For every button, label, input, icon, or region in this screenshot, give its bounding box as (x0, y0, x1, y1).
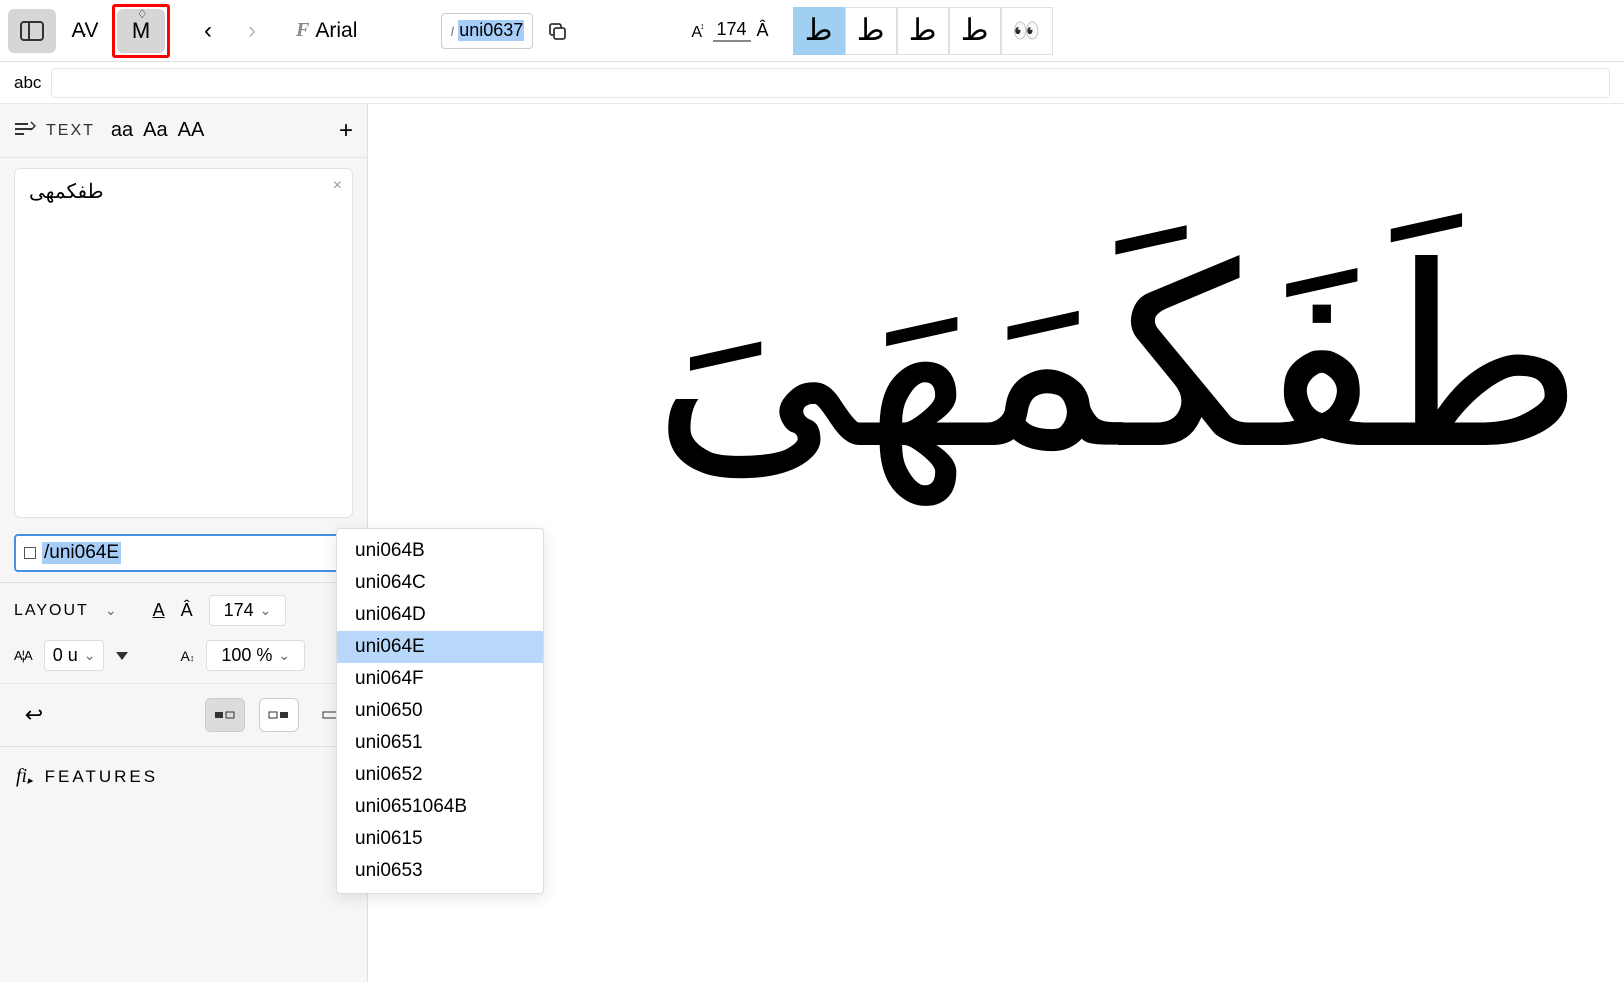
dropdown-item[interactable]: uni0650 (337, 695, 543, 727)
glyph-name-text: uni0637 (458, 20, 524, 41)
text-label: TEXT (46, 122, 95, 140)
main-toolbar: A.V M♢ ‹ › F Arial I uni0637 A↕ 174 Â ط … (0, 0, 1624, 62)
dropdown-item[interactable]: uni0651 (337, 727, 543, 759)
font-icon: F (296, 19, 309, 42)
abc-label: abc (14, 73, 41, 93)
glyph-input-value: /uni064E (42, 542, 121, 564)
text-sample-card[interactable]: طفكمهى × (14, 168, 353, 518)
direction-button-1[interactable] (205, 698, 245, 732)
main-area: TEXT aa Aa AA + طفكمهى × /uni064E LAYOUT… (0, 104, 1624, 982)
glyph-name-input[interactable]: I uni0637 (441, 13, 533, 49)
size-display: A↕ 174 Â (691, 19, 768, 42)
glyph-variant-1[interactable]: ط (793, 7, 845, 55)
glyph-autocomplete-dropdown: uni064B uni064C uni064D uni064E uni064F … (336, 528, 544, 894)
triangle-down-icon[interactable] (116, 652, 128, 660)
dir-icon-2 (268, 708, 290, 722)
slash-icon: I (450, 23, 454, 39)
direction-button-2[interactable] (259, 698, 299, 732)
preview-text: طَفَكَمَهَىَ (428, 184, 1584, 534)
font-name-label[interactable]: Arial (315, 19, 357, 43)
size-letter-icon: A↕ (691, 24, 706, 42)
layout-size-input[interactable]: 174 ⌄ (209, 595, 287, 626)
direction-buttons-row: ↩ (0, 683, 367, 746)
glyph-variant-3[interactable]: ط (897, 7, 949, 55)
add-text-button[interactable]: + (339, 117, 353, 145)
size-value[interactable]: 174 (713, 19, 751, 42)
dropdown-item[interactable]: uni064C (337, 567, 543, 599)
case-aa-button[interactable]: aa (111, 119, 133, 142)
case-upper-button[interactable]: AA (178, 119, 205, 142)
features-icon: fi▸ (16, 765, 33, 788)
return-icon: ↩ (25, 702, 43, 728)
chevron-right-icon: › (248, 17, 256, 45)
return-arrow-button[interactable]: ↩ (14, 698, 54, 732)
box-icon (24, 547, 36, 559)
dropdown-item-selected[interactable]: uni064E (337, 631, 543, 663)
a-under-icon: A (153, 600, 165, 621)
panel-toggle-button[interactable] (8, 9, 56, 53)
close-card-icon[interactable]: × (333, 177, 342, 195)
text-list-icon (14, 121, 36, 140)
case-mixed-button[interactable]: Aa (143, 119, 167, 142)
glyph-variant-4[interactable]: ط (949, 7, 1001, 55)
chevron-down-icon: ⌄ (278, 647, 290, 664)
kerning-mode-button[interactable]: A.V (60, 9, 108, 53)
chevron-down-icon: ⌄ (260, 602, 272, 619)
sidebar-icon (20, 21, 44, 41)
kern-value: 0 u (53, 645, 78, 666)
features-section[interactable]: fi▸ FEATURES (0, 746, 367, 806)
binoculars-icon: 👀 (1013, 18, 1040, 44)
glyph-variant-2[interactable]: ط (845, 7, 897, 55)
copy-icon (547, 21, 567, 41)
layout-row-2: A¦A 0 u ⌄ A↕ 100 % ⌄ (14, 640, 353, 671)
kerning-icon: A.V (71, 19, 96, 43)
prev-button[interactable]: ‹ (188, 9, 228, 53)
glyph-name-input-row[interactable]: /uni064E (14, 534, 353, 572)
a-hat-icon: Â (757, 20, 769, 41)
chevron-left-icon: ‹ (204, 17, 212, 45)
mark-mode-button[interactable]: M♢ (117, 9, 165, 53)
dir-icon-1 (214, 708, 236, 722)
layout-row-1: LAYOUT ⌄ A Â 174 ⌄ (14, 595, 353, 626)
scale-icon: A↕ (180, 648, 194, 664)
chevron-down-icon: ⌄ (84, 647, 96, 664)
highlighted-mark-button: M♢ (112, 4, 170, 58)
chevron-down-icon[interactable]: ⌄ (105, 602, 117, 619)
sidebar: TEXT aa Aa AA + طفكمهى × /uni064E LAYOUT… (0, 104, 368, 982)
text-filter-input[interactable] (51, 68, 1610, 98)
dropdown-item[interactable]: uni0652 (337, 759, 543, 791)
dropdown-item[interactable]: uni0653 (337, 855, 543, 887)
search-variant-button[interactable]: 👀 (1001, 7, 1053, 55)
layout-section: LAYOUT ⌄ A Â 174 ⌄ A¦A 0 u ⌄ A↕ 100 % (0, 582, 367, 683)
scale-value: 100 % (221, 645, 272, 666)
glyph-variants: ط ط ط ط 👀 (793, 7, 1053, 55)
dropdown-item[interactable]: uni064F (337, 663, 543, 695)
kern-icon: A¦A (14, 648, 32, 663)
scale-input[interactable]: 100 % ⌄ (206, 640, 305, 671)
dropdown-item[interactable]: uni064D (337, 599, 543, 631)
copy-glyph-button[interactable] (537, 9, 577, 53)
a-hat-icon-2: Â (181, 600, 193, 621)
features-label: FEATURES (45, 767, 158, 787)
dropdown-item[interactable]: uni0615 (337, 823, 543, 855)
sample-text: طفكمهى (29, 181, 104, 203)
sub-toolbar: abc (0, 62, 1624, 104)
mark-icon: M♢ (132, 18, 150, 44)
preview-canvas[interactable]: طَفَكَمَهَىَ (368, 104, 1624, 982)
dropdown-item[interactable]: uni064B (337, 535, 543, 567)
layout-label: LAYOUT (14, 602, 89, 620)
sidebar-text-header: TEXT aa Aa AA + (0, 104, 367, 158)
kern-value-input[interactable]: 0 u ⌄ (44, 640, 105, 671)
next-button[interactable]: › (232, 9, 272, 53)
layout-size-value: 174 (224, 600, 254, 621)
dropdown-item[interactable]: uni0651064B (337, 791, 543, 823)
